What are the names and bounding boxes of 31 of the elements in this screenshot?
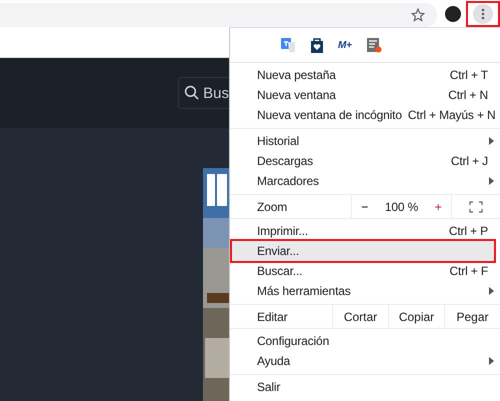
notes-icon[interactable] — [366, 37, 382, 53]
menu-item[interactable]: Nueva pestaña Ctrl + T — [230, 65, 500, 85]
edit-action-button[interactable]: Cortar — [332, 305, 388, 328]
edit-action-button[interactable]: Pegar — [444, 305, 500, 328]
translate-icon[interactable] — [280, 37, 296, 53]
zoom-value: 100 % — [384, 200, 418, 214]
menu-item[interactable]: Buscar... Ctrl + F — [230, 261, 500, 281]
menu-item[interactable]: Salir — [230, 377, 500, 397]
zoom-in-button[interactable]: + — [432, 200, 444, 214]
menu-item[interactable]: Marcadores — [230, 171, 500, 191]
edit-label: Editar — [256, 308, 288, 326]
menu-item[interactable]: Más herramientas — [230, 281, 500, 301]
search-icon — [184, 84, 200, 102]
menu-item[interactable]: Imprimir... Ctrl + P — [230, 221, 500, 241]
menu-item[interactable]: Ayuda — [230, 351, 500, 371]
edit-action-button[interactable]: Copiar — [388, 305, 444, 328]
zoom-out-button[interactable]: − — [359, 200, 370, 214]
menu-item[interactable]: Configuración — [230, 331, 500, 351]
menu-item[interactable]: Nueva ventana de incógnito Ctrl + Mayús + N — [230, 105, 500, 125]
menu-item[interactable]: Descargas Ctrl + J — [230, 151, 500, 171]
menu-item[interactable]: Enviar... — [230, 239, 496, 263]
menu-button[interactable] — [466, 1, 500, 27]
menu-item[interactable]: Nueva ventana Ctrl + N — [230, 85, 500, 105]
avatar-icon[interactable] — [445, 6, 461, 22]
zoom-label: Zoom — [256, 198, 288, 216]
star-icon[interactable] — [411, 8, 425, 22]
more-icon — [481, 8, 485, 20]
fullscreen-icon[interactable] — [469, 200, 483, 212]
menu-item[interactable]: Historial — [230, 131, 500, 151]
shopping-bag-icon[interactable] — [310, 37, 324, 53]
extension-label[interactable]: M+ — [338, 40, 352, 50]
